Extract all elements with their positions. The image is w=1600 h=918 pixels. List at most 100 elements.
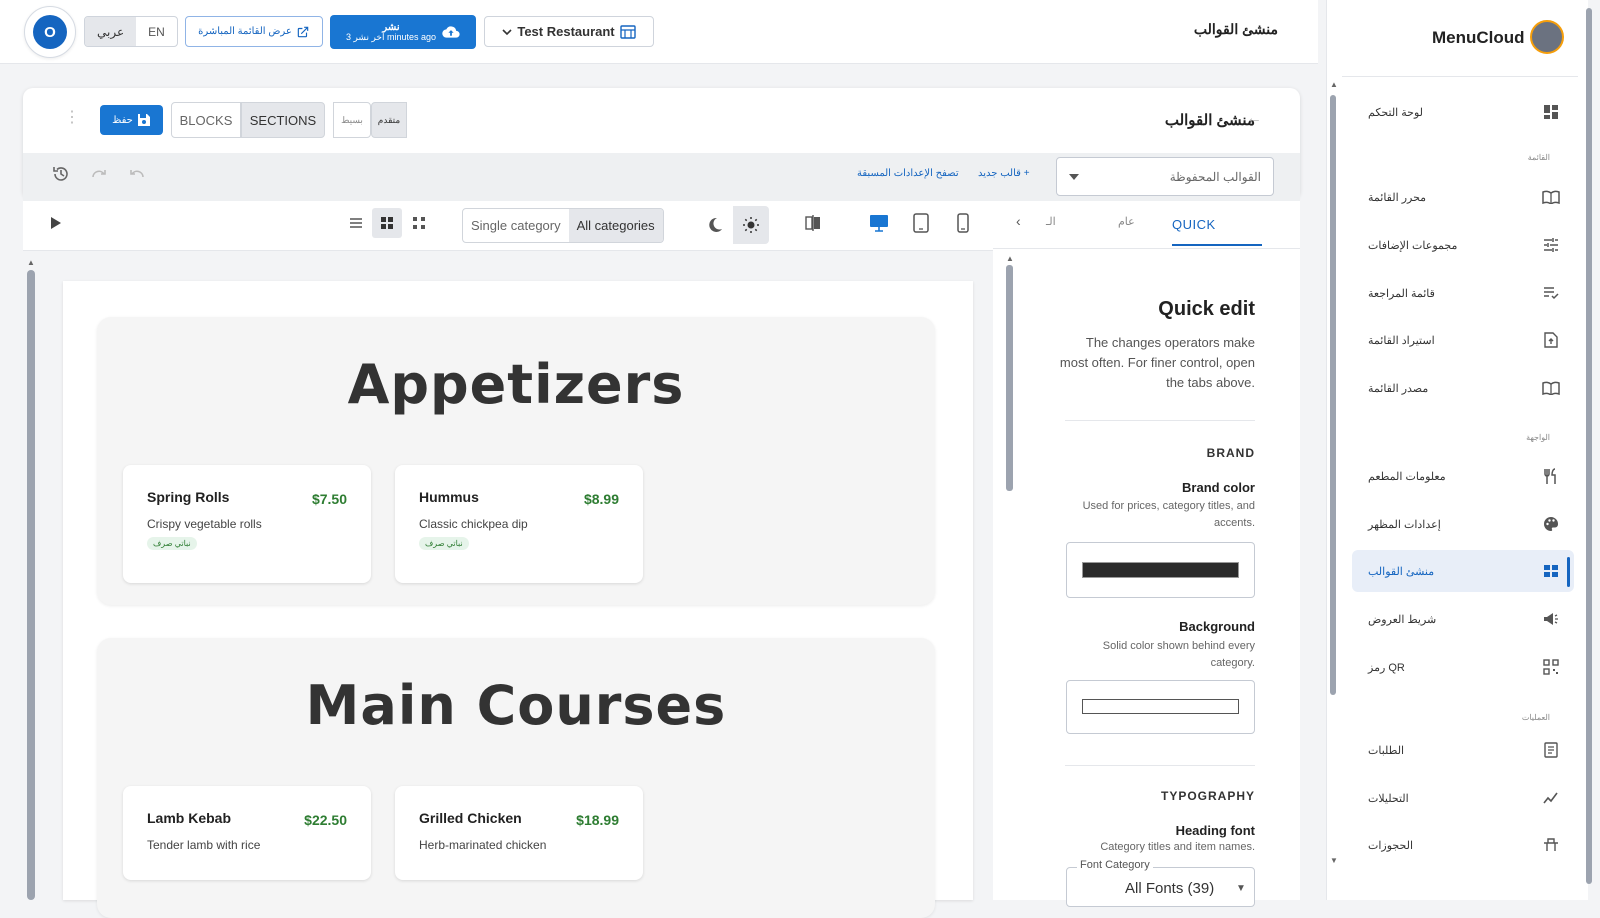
sidebar-item-reservations[interactable]: الحجوزات	[1352, 824, 1574, 866]
sidebar-item-addon-groups[interactable]: مجموعات الإضافات	[1352, 224, 1574, 266]
last-published-text: آخر نشر 3 minutes ago	[345, 31, 437, 42]
more-options-icon[interactable]: ⋮	[64, 110, 80, 126]
sidebar-scrollbar[interactable]	[1330, 95, 1336, 695]
sidebar-item-analytics[interactable]: التحليلات	[1352, 777, 1574, 819]
tune-icon	[1542, 236, 1560, 254]
scroll-down-icon[interactable]: ▼	[1330, 856, 1338, 865]
save-label: حفظ	[112, 114, 133, 126]
background-label: Background	[1179, 619, 1255, 634]
view-live-menu-label: عرض القائمة المباشرة	[198, 26, 292, 37]
rtl-compare-button[interactable]	[798, 208, 828, 238]
saved-templates-select[interactable]: القوالب المحفوظة	[1056, 157, 1274, 196]
plus-icon: +	[1020, 168, 1030, 179]
item-name: Hummus	[419, 489, 479, 505]
menu-item-card[interactable]: Spring Rolls $7.50 Crispy vegetable roll…	[123, 465, 371, 583]
new-template-label: قالب جديد	[978, 168, 1021, 179]
brand-color-swatch[interactable]	[1082, 562, 1239, 578]
desktop-device-button[interactable]	[864, 208, 894, 238]
panel-scrollbar[interactable]	[1006, 265, 1013, 491]
sidebar-item-menu-source[interactable]: مصدر القائمة	[1352, 367, 1574, 409]
sidebar-item-label: منشئ القوالب	[1368, 565, 1435, 578]
redo-icon[interactable]	[90, 165, 108, 183]
file-upload-icon	[1542, 331, 1560, 349]
active-indicator	[1567, 557, 1570, 587]
history-icon[interactable]	[52, 165, 70, 183]
item-description: Tender lamb with rice	[147, 838, 261, 852]
brand-name: MenuCloud	[1432, 28, 1525, 47]
tab-general[interactable]: عام	[1118, 215, 1135, 228]
restaurant-selector[interactable]: Test Restaurant	[484, 16, 654, 47]
mode-simple-button[interactable]: بسيط	[333, 102, 371, 138]
scroll-up-icon[interactable]: ▲	[1006, 254, 1014, 263]
sidebar-item-review-list[interactable]: قائمة المراجعة	[1352, 272, 1574, 314]
browse-presets-link[interactable]: تصفح الإعدادات المسبقة	[857, 168, 959, 179]
new-template-button[interactable]: قالب جديد +	[978, 168, 1030, 179]
tab-more[interactable]: الـ	[1046, 215, 1056, 228]
back-arrow-icon[interactable]: ←	[1246, 110, 1262, 128]
lang-en-button[interactable]: EN	[136, 17, 177, 46]
tablet-icon	[913, 213, 929, 233]
restaurant-icon	[1542, 467, 1560, 485]
undo-icon[interactable]	[128, 165, 146, 183]
mobile-device-button[interactable]	[948, 208, 978, 238]
page-scrollbar[interactable]	[1586, 8, 1592, 884]
menu-item-card[interactable]: Lamb Kebab $22.50 Tender lamb with rice	[123, 786, 371, 880]
brand-color-label: Brand color	[1182, 480, 1255, 495]
active-tab-indicator	[1172, 244, 1262, 246]
save-button[interactable]: حفظ	[100, 105, 163, 135]
lang-ar-button[interactable]: عربي	[85, 17, 137, 46]
all-categories-button[interactable]: All categories	[568, 209, 663, 242]
sidebar-item-menu-import[interactable]: استيراد القائمة	[1352, 319, 1574, 361]
sidebar-item-label: قائمة المراجعة	[1368, 287, 1435, 300]
publish-label: نشر	[382, 21, 400, 33]
list-view-button[interactable]	[341, 208, 371, 238]
desktop-icon	[869, 214, 889, 232]
brand-logo-icon	[1530, 20, 1564, 54]
menu-item-card[interactable]: Grilled Chicken $18.99 Herb-marinated ch…	[395, 786, 643, 880]
single-category-button[interactable]: Single category	[463, 209, 569, 242]
dark-mode-button[interactable]	[697, 206, 733, 244]
avatar-button[interactable]: O	[24, 6, 76, 58]
book-icon	[1542, 379, 1560, 397]
sidebar-item-label: الطلبات	[1368, 744, 1405, 757]
sidebar-item-label: مصدر القائمة	[1368, 382, 1429, 395]
chevron-left-icon[interactable]: ‹	[1016, 213, 1021, 229]
canvas-scrollbar[interactable]	[27, 270, 35, 900]
book-icon	[1542, 188, 1560, 206]
scroll-up-icon[interactable]: ▲	[27, 258, 35, 267]
sidebar-item-menu-editor[interactable]: محرر القائمة	[1352, 176, 1574, 218]
compact-grid-view-button[interactable]	[404, 208, 434, 238]
tab-quick[interactable]: QUICK	[1172, 217, 1216, 232]
category-section[interactable]: Appetizers Spring Rolls $7.50 Crispy veg…	[97, 317, 935, 605]
tab-sections[interactable]: SECTIONS	[241, 102, 325, 138]
mode-advanced-button[interactable]: متقدم	[371, 102, 407, 138]
publish-button[interactable]: نشر آخر نشر 3 minutes ago	[330, 15, 476, 49]
chevron-down-icon	[502, 27, 512, 37]
background-color-swatch[interactable]	[1082, 699, 1239, 714]
sidebar-item-orders[interactable]: الطلبات	[1352, 729, 1574, 771]
item-name: Grilled Chicken	[419, 810, 522, 826]
sidebar-item-template-builder[interactable]: منشئ القوالب	[1352, 550, 1574, 592]
analytics-icon	[1542, 789, 1560, 807]
sidebar-item-restaurant-info[interactable]: معلومات المطعم	[1352, 455, 1574, 497]
menu-item-card[interactable]: Hummus $8.99 Classic chickpea dip نباتي …	[395, 465, 643, 583]
play-icon[interactable]	[50, 216, 62, 230]
tab-blocks[interactable]: BLOCKS	[171, 102, 241, 138]
scroll-up-icon[interactable]: ▲	[1330, 80, 1338, 89]
light-mode-button[interactable]	[733, 206, 769, 244]
megaphone-icon	[1542, 610, 1560, 628]
category-section[interactable]: Main Courses Lamb Kebab $22.50 Tender la…	[97, 638, 935, 918]
font-category-value: All Fonts (39)	[1125, 880, 1215, 897]
view-live-menu-button[interactable]: عرض القائمة المباشرة	[185, 16, 323, 47]
sidebar-item-appearance-settings[interactable]: إعدادات المظهر	[1352, 503, 1574, 545]
grid-view-button[interactable]	[372, 208, 402, 238]
restaurant-name: Test Restaurant	[517, 24, 615, 39]
category-title: Appetizers	[347, 353, 685, 416]
compact-grid-icon	[412, 216, 426, 230]
sidebar-item-dashboard[interactable]: لوحة التحكم	[1352, 91, 1574, 133]
sidebar-item-label: لوحة التحكم	[1368, 106, 1424, 119]
tablet-device-button[interactable]	[906, 208, 936, 238]
sidebar-item-promo-bar[interactable]: شريط العروض	[1352, 598, 1574, 640]
sidebar-item-qr-code[interactable]: رمز QR	[1352, 646, 1574, 688]
dietary-badge: نباتي صرف	[147, 537, 197, 550]
